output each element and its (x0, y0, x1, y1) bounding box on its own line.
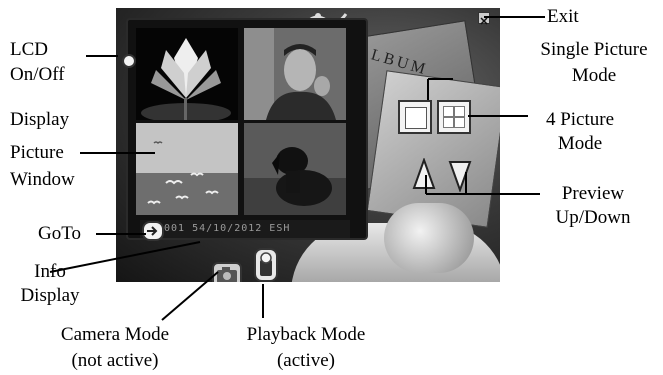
exit-label: Exit (547, 6, 579, 27)
preview-label-line2: Up/Down (555, 207, 631, 228)
four-picture-label-line2: Mode (557, 133, 603, 154)
info-display-label-line2: Display (20, 285, 80, 306)
display-window-label-line2: Picture (10, 142, 64, 163)
info-display-label-line1: Info (34, 261, 66, 282)
display-window-label-line1: Display (10, 109, 70, 130)
playback-mode-label-line1: Playback Mode (246, 324, 366, 345)
goto-label: GoTo (38, 223, 82, 244)
playback-mode-label-line2: (active) (276, 350, 335, 371)
lcd-label-line1: LCD (10, 39, 48, 60)
display-window-label-line3: Window (10, 169, 75, 190)
camera-mode-label-line1: Camera Mode (60, 324, 170, 345)
lcd-label-line2: On/Off (10, 64, 65, 85)
single-picture-label-line2: Mode (571, 65, 617, 86)
single-picture-label-line1: Single Picture (540, 39, 648, 60)
four-picture-label-line1: 4 Picture (545, 109, 615, 130)
preview-label-line1: Preview (561, 183, 625, 204)
camera-mode-label-line2: (not active) (71, 350, 159, 371)
